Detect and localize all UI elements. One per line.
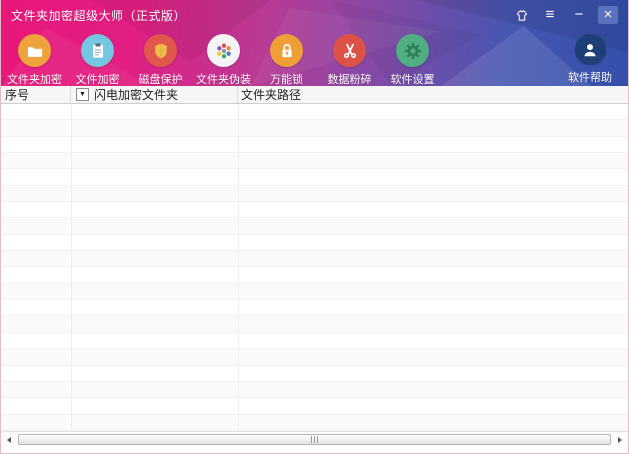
toolbar-label: 数据粉碎	[327, 74, 372, 86]
window-title: 文件夹加密超级大师（正式版）	[11, 8, 187, 23]
table-row[interactable]	[1, 333, 628, 350]
scroll-right-icon[interactable]	[612, 432, 628, 447]
minimize-button[interactable]: −	[569, 6, 589, 24]
column-header-folder-path[interactable]: 文件夹路径	[238, 86, 628, 103]
toolbar-item-folder-encrypt[interactable]: 文件夹加密	[3, 34, 66, 86]
clipboard-icon	[81, 34, 114, 67]
table-row[interactable]	[1, 300, 628, 317]
window-controls: ≡ − ×	[511, 6, 618, 24]
app-header: 文件夹加密超级大师（正式版） ≡ − × 文件夹加密 文件加密 磁盘保护 文件夹…	[1, 0, 628, 86]
close-button[interactable]: ×	[598, 6, 618, 24]
scrollbar-thumb[interactable]	[18, 434, 611, 445]
table-row[interactable]	[1, 398, 628, 415]
toolbar-label: 软件设置	[390, 74, 435, 86]
gear-icon	[396, 34, 429, 67]
toolbar-label: 文件夹加密	[7, 74, 62, 86]
table-row[interactable]	[1, 251, 628, 268]
table-row[interactable]	[1, 185, 628, 203]
table-row[interactable]	[1, 218, 628, 235]
toolbar-label: 磁盘保护	[138, 74, 183, 86]
horizontal-scrollbar[interactable]	[1, 431, 628, 447]
bottom-filler	[1, 447, 628, 453]
user-icon	[574, 34, 606, 65]
table-row[interactable]	[1, 267, 628, 284]
table-row[interactable]	[1, 235, 628, 252]
table-row[interactable]	[1, 202, 628, 219]
toolbar: 文件夹加密 文件加密 磁盘保护 文件夹伪装 万能锁 数据粉碎 软件设置 软件帮助	[1, 30, 628, 86]
lock-icon	[270, 34, 303, 67]
column-header-encrypted-folder[interactable]: ▼ 闪电加密文件夹	[71, 86, 238, 103]
color-wheel-icon	[207, 34, 240, 67]
toolbar-item-settings[interactable]: 软件设置	[381, 34, 444, 86]
scroll-left-icon[interactable]	[1, 432, 17, 447]
table-row[interactable]	[1, 120, 628, 137]
app-window: 文件夹加密超级大师（正式版） ≡ − × 文件夹加密 文件加密 磁盘保护 文件夹…	[0, 0, 629, 454]
column-label: 闪电加密文件夹	[94, 88, 179, 102]
toolbar-item-file-encrypt[interactable]: 文件加密	[66, 34, 129, 86]
toolbar-label: 软件帮助	[568, 72, 612, 84]
table-row[interactable]	[1, 104, 628, 121]
title-bar: 文件夹加密超级大师（正式版） ≡ − ×	[1, 0, 628, 30]
table-row[interactable]	[1, 283, 628, 301]
table-header: 序号 ▼ 闪电加密文件夹 文件夹路径	[1, 86, 628, 104]
table-row[interactable]	[1, 349, 628, 366]
menu-icon[interactable]: ≡	[540, 6, 560, 24]
toolbar-label: 万能锁	[270, 74, 303, 86]
table-row[interactable]	[1, 137, 628, 154]
table-row[interactable]	[1, 381, 628, 399]
table-row[interactable]	[1, 414, 628, 431]
column-divider	[71, 104, 72, 431]
filter-dropdown-icon[interactable]: ▼	[76, 88, 89, 101]
scissors-icon	[333, 34, 366, 67]
column-header-index[interactable]: 序号	[1, 86, 71, 103]
table-body[interactable]	[1, 104, 628, 431]
toolbar-label: 文件加密	[75, 74, 120, 86]
column-divider	[238, 104, 239, 431]
table-row[interactable]	[1, 153, 628, 170]
column-label: 序号	[5, 88, 30, 102]
table-row[interactable]	[1, 169, 628, 186]
column-label: 文件夹路径	[241, 88, 302, 102]
folder-icon	[18, 34, 51, 67]
toolbar-item-disk-protect[interactable]: 磁盘保护	[129, 34, 192, 86]
table-row[interactable]	[1, 316, 628, 333]
toolbar-item-data-shred[interactable]: 数据粉碎	[318, 34, 381, 86]
table-row[interactable]	[1, 366, 628, 382]
toolbar-item-folder-disguise[interactable]: 文件夹伪装	[192, 34, 255, 86]
toolbar-label: 文件夹伪装	[196, 74, 251, 86]
toolbar-item-help[interactable]: 软件帮助	[554, 34, 626, 85]
shield-icon	[144, 34, 177, 67]
skin-icon[interactable]	[511, 6, 531, 24]
toolbar-item-universal-lock[interactable]: 万能锁	[255, 34, 318, 86]
